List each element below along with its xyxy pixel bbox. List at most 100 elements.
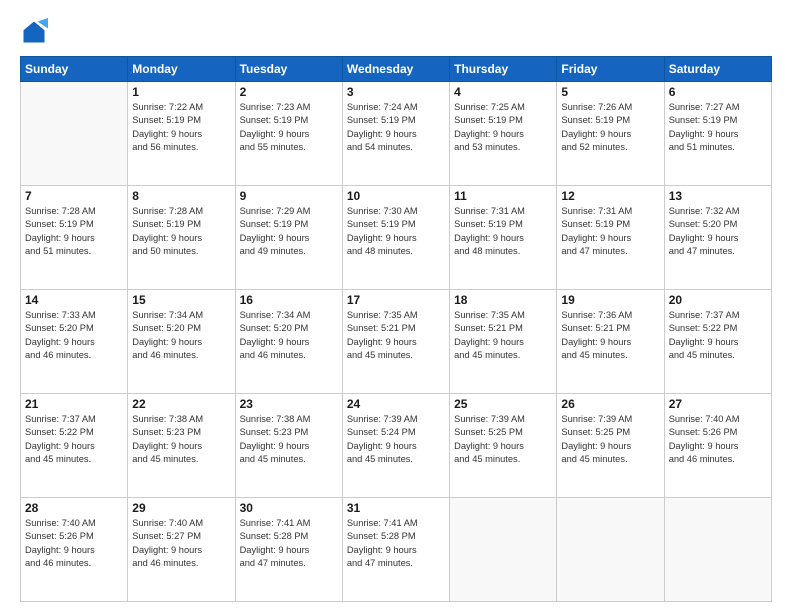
day-info: Sunrise: 7:37 AMSunset: 5:22 PMDaylight:… [25, 413, 123, 467]
day-info: Sunrise: 7:40 AMSunset: 5:26 PMDaylight:… [25, 517, 123, 571]
day-number: 3 [347, 85, 445, 99]
day-info: Sunrise: 7:41 AMSunset: 5:28 PMDaylight:… [347, 517, 445, 571]
calendar-day-cell: 31 Sunrise: 7:41 AMSunset: 5:28 PMDayligh… [342, 498, 449, 602]
calendar-day-cell: 3 Sunrise: 7:24 AMSunset: 5:19 PMDaylight… [342, 82, 449, 186]
calendar-day-cell: 17 Sunrise: 7:35 AMSunset: 5:21 PMDayligh… [342, 290, 449, 394]
day-info: Sunrise: 7:28 AMSunset: 5:19 PMDaylight:… [132, 205, 230, 259]
calendar-day-cell: 11 Sunrise: 7:31 AMSunset: 5:19 PMDayligh… [450, 186, 557, 290]
day-info: Sunrise: 7:27 AMSunset: 5:19 PMDaylight:… [669, 101, 767, 155]
day-info: Sunrise: 7:39 AMSunset: 5:25 PMDaylight:… [561, 413, 659, 467]
day-number: 18 [454, 293, 552, 307]
day-number: 20 [669, 293, 767, 307]
calendar-day-cell [664, 498, 771, 602]
calendar-day-cell: 15 Sunrise: 7:34 AMSunset: 5:20 PMDayligh… [128, 290, 235, 394]
day-info: Sunrise: 7:31 AMSunset: 5:19 PMDaylight:… [561, 205, 659, 259]
calendar-day-cell: 22 Sunrise: 7:38 AMSunset: 5:23 PMDayligh… [128, 394, 235, 498]
day-number: 22 [132, 397, 230, 411]
day-number: 31 [347, 501, 445, 515]
day-info: Sunrise: 7:33 AMSunset: 5:20 PMDaylight:… [25, 309, 123, 363]
calendar-day-header: Wednesday [342, 57, 449, 82]
calendar-day-cell: 13Sunrise: 7:32 AMSunset: 5:20 PMDayligh… [664, 186, 771, 290]
day-number: 10 [347, 189, 445, 203]
day-info: Sunrise: 7:39 AMSunset: 5:24 PMDaylight:… [347, 413, 445, 467]
day-number: 21 [25, 397, 123, 411]
day-number: 30 [240, 501, 338, 515]
calendar-day-header: Friday [557, 57, 664, 82]
day-info: Sunrise: 7:34 AMSunset: 5:20 PMDaylight:… [240, 309, 338, 363]
calendar-day-cell: 14 Sunrise: 7:33 AMSunset: 5:20 PMDayligh… [21, 290, 128, 394]
day-number: 19 [561, 293, 659, 307]
day-info: Sunrise: 7:41 AMSunset: 5:28 PMDaylight:… [240, 517, 338, 571]
calendar-week-row: 14 Sunrise: 7:33 AMSunset: 5:20 PMDayligh… [21, 290, 772, 394]
day-number: 7 [25, 189, 123, 203]
day-number: 13 [669, 189, 767, 203]
day-info: Sunrise: 7:34 AMSunset: 5:20 PMDaylight:… [132, 309, 230, 363]
day-number: 29 [132, 501, 230, 515]
calendar-day-cell: 1Sunrise: 7:22 AMSunset: 5:19 PMDaylight… [128, 82, 235, 186]
day-number: 11 [454, 189, 552, 203]
day-number: 27 [669, 397, 767, 411]
calendar-day-cell [557, 498, 664, 602]
day-info: Sunrise: 7:24 AMSunset: 5:19 PMDaylight:… [347, 101, 445, 155]
calendar-day-cell: 20Sunrise: 7:37 AMSunset: 5:22 PMDayligh… [664, 290, 771, 394]
calendar-header-row: SundayMondayTuesdayWednesdayThursdayFrid… [21, 57, 772, 82]
calendar-day-cell [21, 82, 128, 186]
calendar-day-cell: 10 Sunrise: 7:30 AMSunset: 5:19 PMDayligh… [342, 186, 449, 290]
calendar-day-cell: 30 Sunrise: 7:41 AMSunset: 5:28 PMDayligh… [235, 498, 342, 602]
calendar-day-cell: 27 Sunrise: 7:40 AMSunset: 5:26 PMDayligh… [664, 394, 771, 498]
calendar-day-cell: 5Sunrise: 7:26 AMSunset: 5:19 PMDaylight… [557, 82, 664, 186]
day-info: Sunrise: 7:29 AMSunset: 5:19 PMDaylight:… [240, 205, 338, 259]
day-info: Sunrise: 7:40 AMSunset: 5:27 PMDaylight:… [132, 517, 230, 571]
calendar-day-cell: 6Sunrise: 7:27 AMSunset: 5:19 PMDaylight… [664, 82, 771, 186]
calendar-day-cell: 8Sunrise: 7:28 AMSunset: 5:19 PMDaylight… [128, 186, 235, 290]
day-info: Sunrise: 7:30 AMSunset: 5:19 PMDaylight:… [347, 205, 445, 259]
day-number: 26 [561, 397, 659, 411]
logo-icon [20, 18, 48, 46]
calendar-day-cell: 7 Sunrise: 7:28 AMSunset: 5:19 PMDaylight… [21, 186, 128, 290]
day-number: 28 [25, 501, 123, 515]
day-number: 23 [240, 397, 338, 411]
day-info: Sunrise: 7:28 AMSunset: 5:19 PMDaylight:… [25, 205, 123, 259]
day-number: 2 [240, 85, 338, 99]
calendar-day-cell: 23 Sunrise: 7:38 AMSunset: 5:23 PMDayligh… [235, 394, 342, 498]
calendar-day-cell: 19 Sunrise: 7:36 AMSunset: 5:21 PMDayligh… [557, 290, 664, 394]
day-info: Sunrise: 7:38 AMSunset: 5:23 PMDaylight:… [132, 413, 230, 467]
calendar-day-cell: 18 Sunrise: 7:35 AMSunset: 5:21 PMDayligh… [450, 290, 557, 394]
calendar-day-cell: 29 Sunrise: 7:40 AMSunset: 5:27 PMDayligh… [128, 498, 235, 602]
day-number: 15 [132, 293, 230, 307]
calendar-table: SundayMondayTuesdayWednesdayThursdayFrid… [20, 56, 772, 602]
calendar-day-cell [450, 498, 557, 602]
day-info: Sunrise: 7:35 AMSunset: 5:21 PMDaylight:… [454, 309, 552, 363]
calendar-day-cell: 21 Sunrise: 7:37 AMSunset: 5:22 PMDayligh… [21, 394, 128, 498]
day-info: Sunrise: 7:26 AMSunset: 5:19 PMDaylight:… [561, 101, 659, 155]
calendar-day-cell: 2 Sunrise: 7:23 AMSunset: 5:19 PMDaylight… [235, 82, 342, 186]
calendar-week-row: 28 Sunrise: 7:40 AMSunset: 5:26 PMDayligh… [21, 498, 772, 602]
calendar-day-header: Sunday [21, 57, 128, 82]
day-info: Sunrise: 7:22 AMSunset: 5:19 PMDaylight:… [132, 101, 230, 155]
day-info: Sunrise: 7:40 AMSunset: 5:26 PMDaylight:… [669, 413, 767, 467]
calendar-day-cell: 24 Sunrise: 7:39 AMSunset: 5:24 PMDayligh… [342, 394, 449, 498]
day-number: 16 [240, 293, 338, 307]
day-info: Sunrise: 7:23 AMSunset: 5:19 PMDaylight:… [240, 101, 338, 155]
day-number: 14 [25, 293, 123, 307]
day-number: 24 [347, 397, 445, 411]
calendar-day-header: Saturday [664, 57, 771, 82]
day-info: Sunrise: 7:35 AMSunset: 5:21 PMDaylight:… [347, 309, 445, 363]
day-number: 25 [454, 397, 552, 411]
calendar-day-header: Thursday [450, 57, 557, 82]
calendar-day-cell: 9Sunrise: 7:29 AMSunset: 5:19 PMDaylight… [235, 186, 342, 290]
calendar-day-header: Tuesday [235, 57, 342, 82]
calendar-week-row: 21 Sunrise: 7:37 AMSunset: 5:22 PMDayligh… [21, 394, 772, 498]
calendar-day-cell: 25Sunrise: 7:39 AMSunset: 5:25 PMDayligh… [450, 394, 557, 498]
calendar-day-header: Monday [128, 57, 235, 82]
day-number: 12 [561, 189, 659, 203]
header [20, 18, 772, 46]
day-info: Sunrise: 7:36 AMSunset: 5:21 PMDaylight:… [561, 309, 659, 363]
day-info: Sunrise: 7:38 AMSunset: 5:23 PMDaylight:… [240, 413, 338, 467]
calendar-week-row: 1Sunrise: 7:22 AMSunset: 5:19 PMDaylight… [21, 82, 772, 186]
page: SundayMondayTuesdayWednesdayThursdayFrid… [0, 0, 792, 612]
day-number: 17 [347, 293, 445, 307]
logo [20, 18, 52, 46]
day-info: Sunrise: 7:31 AMSunset: 5:19 PMDaylight:… [454, 205, 552, 259]
day-info: Sunrise: 7:25 AMSunset: 5:19 PMDaylight:… [454, 101, 552, 155]
